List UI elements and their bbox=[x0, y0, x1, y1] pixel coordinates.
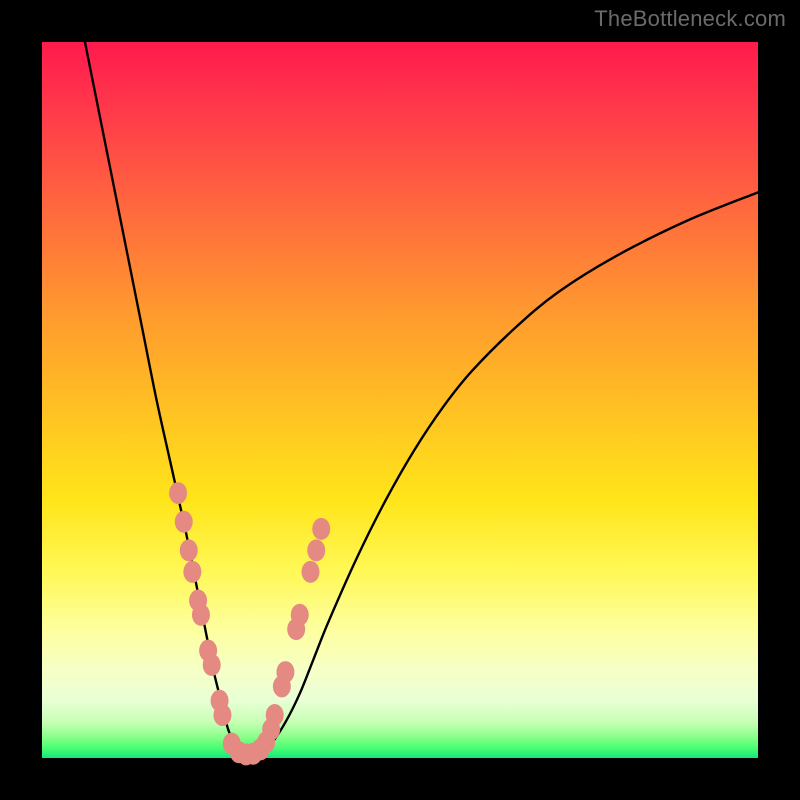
curve-svg bbox=[42, 42, 758, 758]
bottleneck-curve bbox=[85, 42, 758, 756]
curve-marker bbox=[175, 511, 193, 533]
curve-marker bbox=[276, 661, 294, 683]
curve-marker bbox=[307, 539, 325, 561]
plot-area bbox=[42, 42, 758, 758]
curve-marker bbox=[192, 604, 210, 626]
curve-marker bbox=[266, 704, 284, 726]
curve-marker bbox=[302, 561, 320, 583]
curve-marker bbox=[312, 518, 330, 540]
curve-marker bbox=[180, 539, 198, 561]
curve-marker bbox=[291, 604, 309, 626]
curve-marker bbox=[169, 482, 187, 504]
curve-marker bbox=[203, 654, 221, 676]
curve-marker bbox=[213, 704, 231, 726]
curve-marker bbox=[183, 561, 201, 583]
chart-frame: TheBottleneck.com bbox=[0, 0, 800, 800]
curve-markers bbox=[169, 482, 330, 765]
watermark-text: TheBottleneck.com bbox=[594, 6, 786, 32]
